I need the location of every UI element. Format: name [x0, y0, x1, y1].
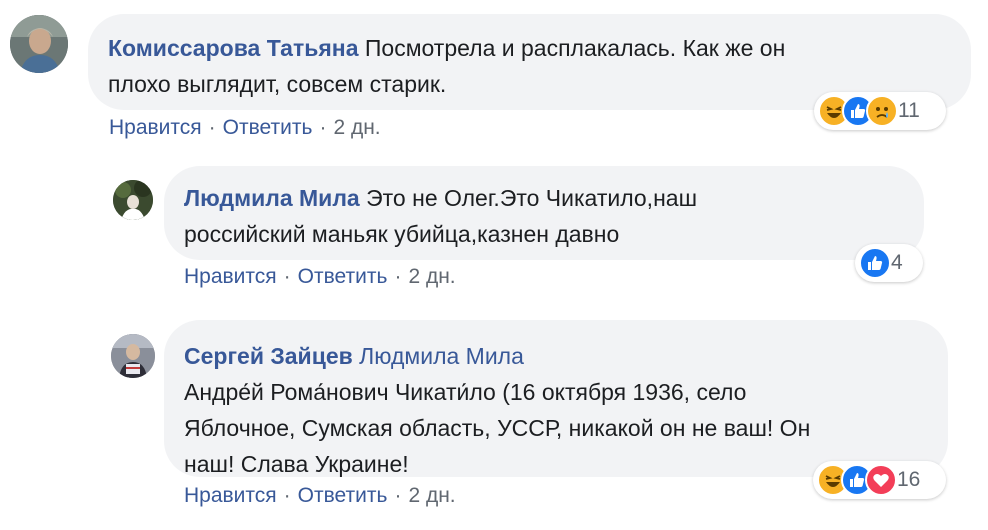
- comment-author[interactable]: Людмила Мила: [184, 185, 360, 211]
- comment-text: российский маньяк убийца,казнен давно: [184, 221, 620, 247]
- separator: ·: [283, 265, 291, 288]
- like-button[interactable]: Нравится: [184, 265, 277, 288]
- avatar[interactable]: [10, 15, 68, 73]
- avatar-photo: [111, 334, 155, 378]
- timestamp[interactable]: 2 дн.: [333, 116, 380, 139]
- comment-author[interactable]: Сергей Зайцев: [184, 343, 353, 369]
- avatar[interactable]: [113, 180, 153, 220]
- separator: ·: [319, 116, 327, 139]
- reply-button[interactable]: Ответить: [298, 265, 388, 288]
- comment-bubble: Людмила Мила Это не Олег.Это Чикатило,на…: [164, 166, 924, 260]
- separator: ·: [394, 484, 402, 507]
- sad-icon: [866, 95, 898, 127]
- avatar-photo: [10, 15, 68, 73]
- comment-actions: Нравится · Ответить · 2 дн.: [184, 265, 456, 289]
- comment-text: Яблочное, Сумская область, УССР, никакой…: [184, 415, 811, 441]
- comment-text: плохо выглядит, совсем старик.: [108, 71, 447, 97]
- comment-text: Посмотрела и расплакалась. Как же он: [364, 35, 786, 61]
- reactions-summary[interactable]: 11: [814, 92, 946, 130]
- comment-text: Это не Олег.Это Чикатило,наш: [366, 185, 698, 211]
- timestamp[interactable]: 2 дн.: [408, 265, 455, 288]
- reactions-summary[interactable]: 16: [813, 461, 946, 499]
- separator: ·: [283, 484, 291, 507]
- separator: ·: [208, 116, 216, 139]
- reply-button[interactable]: Ответить: [223, 116, 313, 139]
- love-icon: [865, 464, 897, 496]
- like-button[interactable]: Нравится: [109, 116, 202, 139]
- like-icon: [859, 247, 891, 279]
- reply-button[interactable]: Ответить: [298, 484, 388, 507]
- comment-text: наш! Слава Украине!: [184, 451, 409, 477]
- like-button[interactable]: Нравится: [184, 484, 277, 507]
- mention-link[interactable]: Людмила Мила: [359, 343, 524, 369]
- comment-text: Андре́й Рома́нович Чикати́ло (16 октября…: [184, 379, 747, 405]
- comment-actions: Нравится · Ответить · 2 дн.: [109, 116, 381, 140]
- comment-bubble: Сергей Зайцев Людмила Мила Андре́й Рома́…: [164, 320, 948, 477]
- reaction-count: 4: [891, 251, 903, 274]
- reactions-summary[interactable]: 4: [855, 244, 923, 282]
- avatar[interactable]: [111, 334, 155, 378]
- comment-actions: Нравится · Ответить · 2 дн.: [184, 484, 456, 508]
- reaction-count: 16: [897, 468, 921, 491]
- avatar-photo: [113, 180, 153, 220]
- timestamp[interactable]: 2 дн.: [408, 484, 455, 507]
- comment-author[interactable]: Комиссарова Татьяна: [108, 35, 358, 61]
- reaction-count: 11: [898, 99, 920, 122]
- separator: ·: [394, 265, 402, 288]
